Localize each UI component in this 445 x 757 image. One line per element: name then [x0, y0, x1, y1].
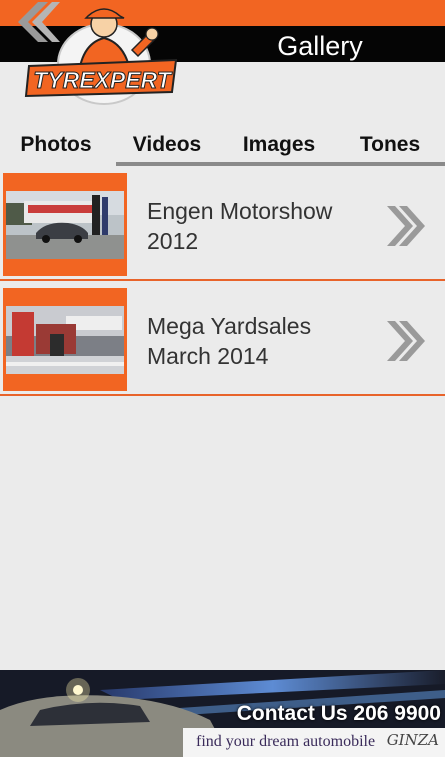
album-thumbnail-frame	[3, 173, 127, 276]
album-thumbnail	[6, 191, 124, 259]
album-item[interactable]: Mega Yardsales March 2014	[0, 281, 445, 396]
tab-videos[interactable]: Videos	[114, 128, 220, 162]
album-title: Engen Motorshow 2012	[147, 198, 333, 254]
banner-contact-text: Contact Us 206 9900	[236, 702, 441, 725]
banner-tagline-strip: find your dream automobile GINZA	[183, 728, 445, 757]
ad-banner[interactable]: Contact Us 206 9900 find your dream auto…	[0, 670, 445, 757]
double-chevron-right-icon	[387, 206, 425, 246]
tab-photos[interactable]: Photos	[4, 128, 108, 162]
app-header: TYREXPERT Gallery	[0, 0, 445, 108]
tab-tones[interactable]: Tones	[340, 128, 440, 162]
album-item[interactable]: Engen Motorshow 2012	[0, 166, 445, 281]
album-title: Mega Yardsales March 2014	[147, 313, 312, 369]
banner-tagline: find your dream automobile	[196, 733, 376, 750]
tab-images[interactable]: Images	[226, 128, 332, 162]
album-thumbnail	[6, 306, 124, 374]
tyrexpert-logo: TYREXPERT	[24, 4, 184, 108]
logo-text: TYREXPERT	[33, 67, 173, 93]
double-chevron-right-icon	[387, 321, 425, 361]
banner-brand-logo: GINZA	[386, 731, 439, 749]
album-list: Engen Motorshow 2012 Mega Yardsales Marc…	[0, 166, 445, 396]
tab-bar: Photos Videos Images Tones	[0, 128, 445, 166]
page-title: Gallery	[277, 31, 363, 61]
album-thumbnail-frame	[3, 288, 127, 391]
